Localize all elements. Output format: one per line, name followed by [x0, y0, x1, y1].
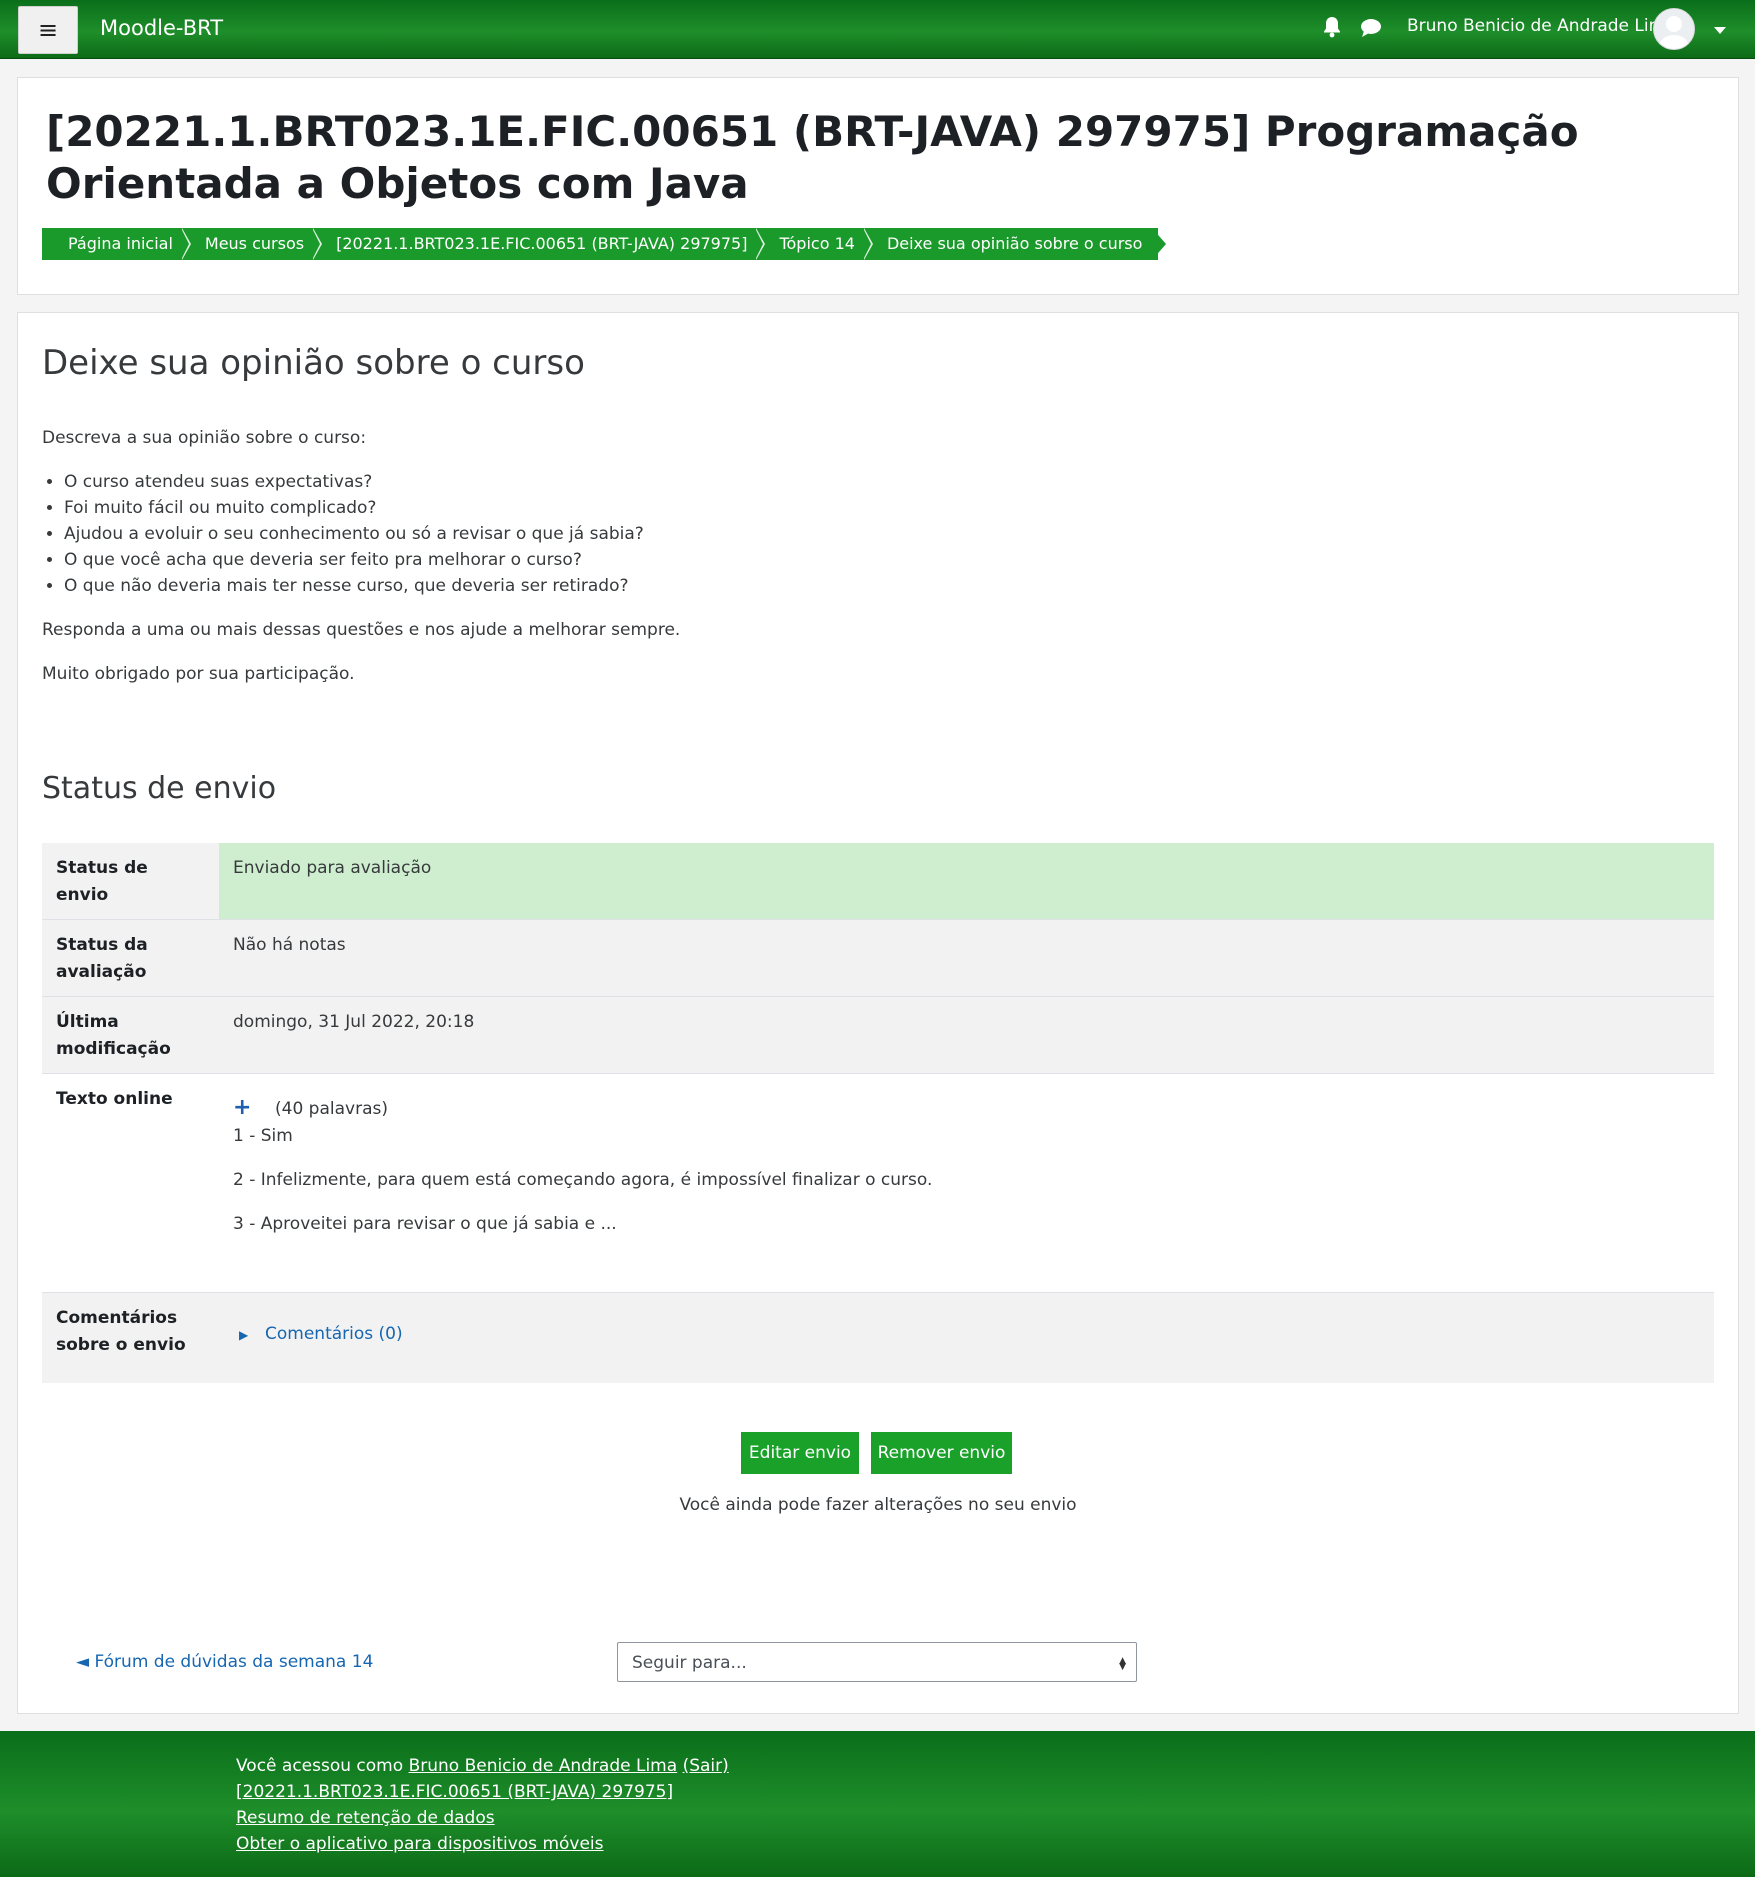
closing-text: Responda a uma ou mais dessas questões e…	[42, 620, 681, 640]
caret-right-icon[interactable]: ▶	[233, 1322, 265, 1349]
row-label: Última modificação	[42, 996, 219, 1074]
edit-submission-button[interactable]: Editar envio	[741, 1432, 859, 1474]
page-footer: Você acessou como Bruno Benicio de Andra…	[0, 1731, 1755, 1877]
online-text-cell: + (40 palavras) 1 - Sim 2 - Infelizmente,…	[219, 1073, 1714, 1293]
grading-status-value: Não há notas	[219, 919, 1714, 997]
jump-to-value: Seguir para...	[632, 1653, 747, 1673]
comments-cell: ▶ Comentários (0)	[219, 1292, 1714, 1383]
breadcrumb-item-activity[interactable]: Deixe sua opinião sobre o curso	[865, 228, 1166, 260]
thanks-text: Muito obrigado por sua participação.	[42, 664, 355, 684]
jump-to-select[interactable]: Seguir para... ▲ ▼	[617, 1642, 1137, 1682]
activity-description: Descreva a sua opinião sobre o curso: O …	[42, 425, 680, 687]
data-retention-link[interactable]: Resumo de retenção de dados	[236, 1808, 495, 1828]
breadcrumb-item-home[interactable]: Página inicial	[42, 228, 191, 260]
page-title: [20221.1.BRT023.1E.FIC.00651 (BRT-JAVA) …	[46, 107, 1579, 208]
breadcrumb-item-course[interactable]: [20221.1.BRT023.1E.FIC.00651 (BRT-JAVA) …	[314, 228, 766, 260]
breadcrumb-item-my-courses[interactable]: Meus cursos	[183, 228, 323, 260]
select-arrows-icon: ▲ ▼	[1119, 1655, 1126, 1672]
online-text-line: 3 - Aproveitei para revisar o que já sab…	[233, 1214, 617, 1234]
submission-status-table: Status de envio Enviado para avaliação S…	[42, 843, 1714, 1383]
activity-title: Deixe sua opinião sobre o curso	[42, 343, 585, 383]
footer-course-link[interactable]: [20221.1.BRT023.1E.FIC.00651 (BRT-JAVA) …	[236, 1782, 673, 1802]
row-label: Status da avaliação	[42, 919, 219, 997]
intro-text: Descreva a sua opinião sobre o curso:	[42, 428, 367, 448]
mobile-app-link[interactable]: Obter o aplicativo para dispositivos móv…	[236, 1834, 604, 1854]
table-row: Status da avaliação Não há notas	[42, 919, 1714, 997]
table-row: Comentários sobre o envio ▶ Comentários (…	[42, 1292, 1714, 1383]
list-item: Ajudou a evoluir o seu conhecimento ou s…	[64, 521, 680, 547]
breadcrumb-item-topic[interactable]: Tópico 14	[757, 228, 874, 260]
menu-toggle-button[interactable]: ≡	[18, 6, 78, 54]
expand-plus-icon[interactable]: +	[233, 1094, 275, 1121]
logged-in-text: Você acessou como	[236, 1756, 409, 1776]
row-label: Texto online	[42, 1073, 219, 1293]
last-modified-value: domingo, 31 Jul 2022, 20:18	[219, 996, 1714, 1074]
row-label: Comentários sobre o envio	[42, 1292, 219, 1383]
list-item: O que não deveria mais ter nesse curso, …	[64, 573, 680, 599]
caret-down-icon[interactable]	[1714, 20, 1726, 39]
hamburger-icon: ≡	[37, 16, 59, 44]
submission-status-value: Enviado para avaliação	[219, 843, 1714, 920]
word-count: (40 palavras)	[275, 1099, 388, 1119]
top-navbar: ≡ Moodle-BRT Bruno Benicio de Andrade Li…	[0, 0, 1755, 59]
edit-notice: Você ainda pode fazer alterações no seu …	[679, 1495, 1077, 1515]
chat-icon[interactable]	[1360, 18, 1382, 42]
comments-link[interactable]: Comentários (0)	[265, 1324, 403, 1344]
logout-link[interactable]: (Sair)	[683, 1756, 729, 1776]
question-list: O curso atendeu suas expectativas? Foi m…	[42, 469, 680, 599]
online-text-line: 2 - Infelizmente, para quem está começan…	[233, 1170, 933, 1190]
avatar[interactable]	[1653, 8, 1695, 50]
list-item: O que você acha que deveria ser feito pr…	[64, 547, 680, 573]
main-content: Deixe sua opinião sobre o curso Descreva…	[17, 312, 1739, 1714]
list-item: Foi muito fácil ou muito complicado?	[64, 495, 680, 521]
user-menu-name[interactable]: Bruno Benicio de Andrade Lima	[1407, 16, 1676, 36]
page-header: [20221.1.BRT023.1E.FIC.00651 (BRT-JAVA) …	[17, 77, 1739, 295]
footer-links: Você acessou como Bruno Benicio de Andra…	[236, 1753, 729, 1857]
submission-status-heading: Status de envio	[42, 771, 277, 806]
site-brand[interactable]: Moodle-BRT	[100, 16, 223, 40]
online-text-line: 1 - Sim	[233, 1126, 293, 1146]
previous-activity-link[interactable]: ◄ Fórum de dúvidas da semana 14	[76, 1652, 373, 1672]
list-item: O curso atendeu suas expectativas?	[64, 469, 680, 495]
breadcrumb: Página inicial Meus cursos [20221.1.BRT0…	[42, 228, 1166, 260]
row-label: Status de envio	[42, 843, 219, 920]
table-row: Texto online + (40 palavras) 1 - Sim 2 - …	[42, 1073, 1714, 1293]
bell-icon[interactable]	[1322, 16, 1342, 42]
table-row: Status de envio Enviado para avaliação	[42, 843, 1714, 920]
table-row: Última modificação domingo, 31 Jul 2022,…	[42, 996, 1714, 1074]
remove-submission-button[interactable]: Remover envio	[871, 1432, 1012, 1474]
footer-user-link[interactable]: Bruno Benicio de Andrade Lima	[409, 1756, 678, 1776]
